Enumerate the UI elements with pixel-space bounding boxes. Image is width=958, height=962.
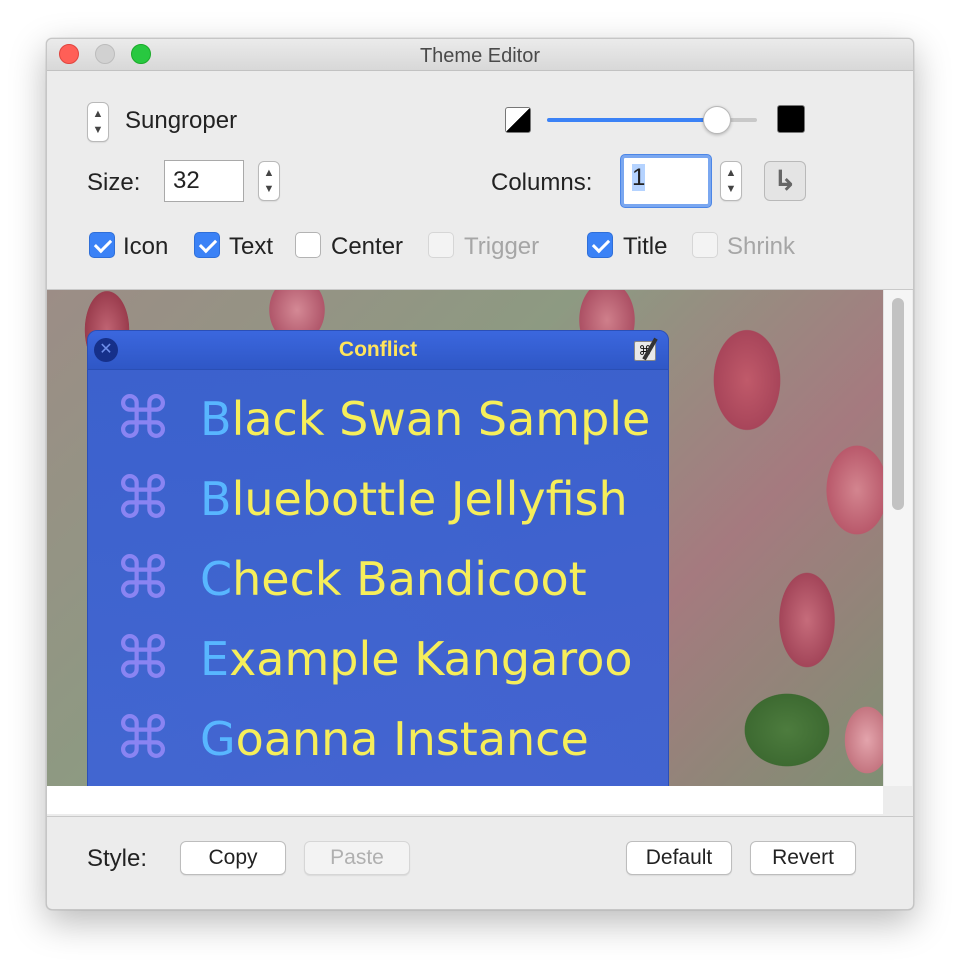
trigger-checkbox[interactable] xyxy=(428,232,454,258)
row-rest-text: heck Bandicoot xyxy=(232,552,587,606)
size-label: Size: xyxy=(87,169,141,196)
opacity-slider-fill xyxy=(547,118,717,122)
revert-button[interactable]: Revert xyxy=(750,841,856,875)
flow-direction-icon: ↳ xyxy=(773,165,797,196)
row-rest-text: xample Kangaroo xyxy=(229,632,633,686)
icon-checkbox-label: Icon xyxy=(123,233,169,260)
icon-checkbox[interactable] xyxy=(89,232,115,258)
center-checkbox[interactable] xyxy=(295,232,321,258)
text-checkbox[interactable] xyxy=(194,232,220,258)
stepper-up-icon: ▲ xyxy=(92,108,104,120)
shrink-checkbox[interactable] xyxy=(692,232,718,258)
command-key-icon: ⌘ xyxy=(114,626,172,691)
preview-row-label: Check Bandicoot xyxy=(200,549,587,609)
columns-label: Columns: xyxy=(491,169,593,196)
style-label: Style: xyxy=(87,845,148,872)
columns-stepper[interactable]: ▲ ▼ xyxy=(720,161,742,201)
window-title: Theme Editor xyxy=(419,45,541,67)
preview-row-label: Example Kangaroo xyxy=(200,629,632,689)
trigger-checkbox-label: Trigger xyxy=(464,233,540,260)
columns-value: 1 xyxy=(632,164,646,191)
panel-title: Conflict xyxy=(338,338,418,361)
title-bar: Theme Editor xyxy=(47,39,913,71)
center-checkbox-label: Center xyxy=(331,233,404,260)
preview-row-label: Goanna Instance xyxy=(200,709,589,769)
scrollbar-thumb[interactable] xyxy=(892,298,904,510)
row-first-letter: G xyxy=(200,712,236,766)
preview-bottom-strip xyxy=(47,786,883,814)
flow-direction-button[interactable]: ↳ xyxy=(764,161,806,201)
preview-row: ⌘ Black Swan Sample xyxy=(88,379,668,459)
default-button[interactable]: Default xyxy=(626,841,732,875)
preview-panel: ✕ Conflict ⌘ ⌘ Black Swan Sample ⌘ Bluebott… xyxy=(87,330,669,786)
size-stepper[interactable]: ▲ ▼ xyxy=(258,161,280,201)
theme-preview[interactable]: ✕ Conflict ⌘ ⌘ Black Swan Sample ⌘ Bluebott… xyxy=(47,290,883,786)
preview-scrollbar[interactable] xyxy=(883,290,912,786)
opacity-slider-knob[interactable] xyxy=(703,106,731,134)
stepper-down-icon: ▼ xyxy=(263,183,275,195)
background-color-well[interactable] xyxy=(777,105,805,133)
paste-style-button[interactable]: Paste xyxy=(304,841,410,875)
shrink-checkbox-label: Shrink xyxy=(727,233,796,260)
preview-row: ⌘ Example Kangaroo xyxy=(88,619,668,699)
row-rest-text: lack Swan Sample xyxy=(231,392,651,446)
row-first-letter: B xyxy=(200,392,232,446)
command-key-icon: ⌘ xyxy=(114,546,172,611)
stepper-up-icon: ▲ xyxy=(263,167,275,179)
footer-divider xyxy=(47,816,913,817)
preview-row: ⌘ Check Bandicoot xyxy=(88,539,668,619)
preview-row-label: Bluebottle Jellyfish xyxy=(200,469,628,529)
theme-editor-window: Theme Editor ▲ ▼ Sungroper Size: 32 ▲ ▼ … xyxy=(46,38,914,910)
title-checkbox[interactable] xyxy=(587,232,613,258)
row-first-letter: C xyxy=(200,552,233,606)
stepper-up-icon: ▲ xyxy=(725,167,737,179)
row-first-letter: E xyxy=(200,632,230,686)
text-checkbox-label: Text xyxy=(229,233,274,260)
row-first-letter: B xyxy=(200,472,232,526)
theme-name[interactable]: Sungroper xyxy=(125,107,237,135)
command-key-icon: ⌘ xyxy=(114,706,172,771)
command-key-icon: ⌘ xyxy=(114,466,172,531)
stepper-down-icon: ▼ xyxy=(725,183,737,195)
theme-stepper[interactable]: ▲ ▼ xyxy=(87,102,109,142)
copy-style-button[interactable]: Copy xyxy=(180,841,286,875)
light-dark-swatch-icon[interactable] xyxy=(505,107,531,133)
columns-field[interactable]: 1 xyxy=(621,155,711,207)
title-checkbox-label: Title xyxy=(623,233,668,260)
panel-title-bar: ✕ Conflict ⌘ xyxy=(88,331,668,370)
panel-edit-icon[interactable]: ⌘ xyxy=(634,337,664,363)
command-key-icon: ⌘ xyxy=(114,386,172,451)
size-field[interactable]: 32 xyxy=(164,160,244,202)
preview-row-label: Black Swan Sample xyxy=(200,389,650,449)
row-rest-text: oanna Instance xyxy=(235,712,589,766)
stepper-down-icon: ▼ xyxy=(92,124,104,136)
preview-row: ⌘ Bluebottle Jellyfish xyxy=(88,459,668,539)
preview-row: ⌘ Goanna Instance xyxy=(88,699,668,779)
row-rest-text: luebottle Jellyfish xyxy=(231,472,628,526)
